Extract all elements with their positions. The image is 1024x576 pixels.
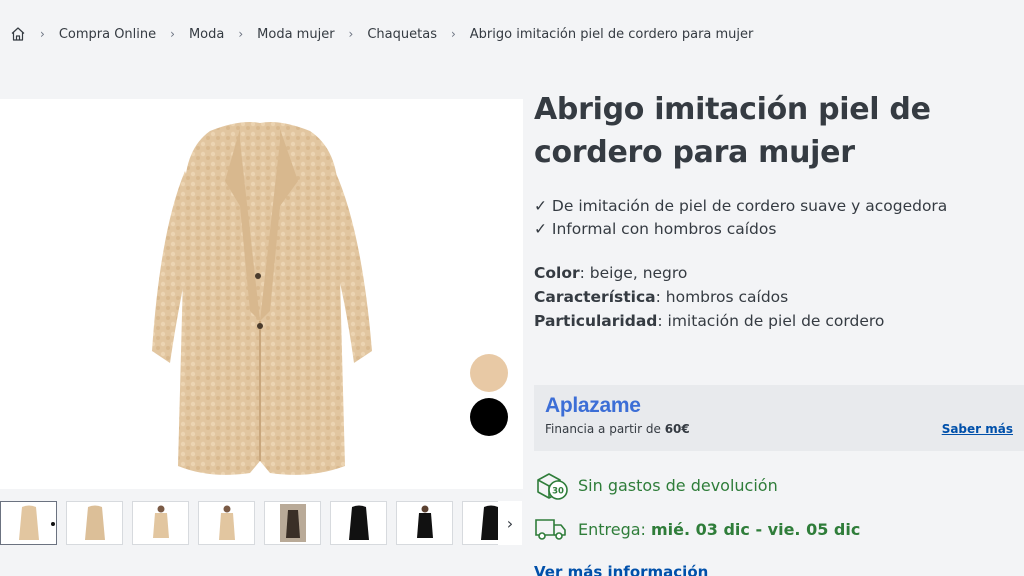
benefit-item: ✓ Informal con hombros caídos [534,220,777,238]
financing-text: Financia a partir de 60€ [545,422,690,436]
more-info-link[interactable]: Ver más información [534,563,708,576]
return-box-icon: 30 [534,468,568,502]
learn-more-link[interactable]: Saber más [942,422,1013,436]
truck-icon [534,512,568,546]
breadcrumb-compra-online[interactable]: Compra Online [59,27,156,42]
color-swatch-beige[interactable] [470,354,508,392]
svg-text:30: 30 [552,487,564,497]
chevron-right-icon: › [40,27,45,41]
chevron-right-icon: › [170,27,175,41]
product-benefits: ✓ De imitación de piel de cordero suave … [534,195,947,241]
breadcrumb-moda[interactable]: Moda [189,27,224,42]
breadcrumb-chaquetas[interactable]: Chaquetas [367,27,437,42]
product-title: Abrigo imitación piel de cordero para mu… [534,92,931,170]
chevron-right-icon: › [450,27,456,41]
returns-text: Sin gastos de devolución [578,475,778,495]
breadcrumb: › Compra Online › Moda › Moda mujer › Ch… [10,24,753,44]
thumbnail-strip: › [0,501,523,547]
breadcrumb-moda-mujer[interactable]: Moda mujer [257,27,334,42]
delivery-label: Entrega: [578,519,646,539]
product-image-coat [152,122,372,475]
aplazame-logo: Aplazame [545,394,641,417]
attribute-feature: Característica: hombros caídos [534,285,884,309]
thumbnail-6[interactable] [330,501,387,545]
home-icon[interactable] [10,26,26,42]
active-dot [51,522,55,526]
delivery-info: Entrega: mié. 03 dic - vie. 05 dic [534,512,860,546]
attribute-label: Particularidad [534,312,658,330]
financing-amount: 60€ [664,422,690,436]
attribute-particularity: Particularidad: imitación de piel de cor… [534,309,884,333]
product-image-panel[interactable] [0,99,523,489]
chevron-right-icon[interactable]: › [498,501,522,545]
delivery-dates: mié. 03 dic - vie. 05 dic [650,519,861,539]
thumbnail-1[interactable] [0,501,57,545]
product-attributes: Color: beige, negro Característica: homb… [534,261,884,333]
thumbnail-4[interactable] [198,501,255,545]
attribute-label: Color [534,264,580,282]
thumbnail-7[interactable] [396,501,453,545]
thumbnail-5[interactable] [264,501,321,545]
chevron-right-icon: › [238,27,244,41]
breadcrumb-current: Abrigo imitación piel de cordero para mu… [469,26,754,42]
thumbnail-2[interactable] [66,501,123,545]
financing-prefix: Financia a partir de [545,422,665,436]
attribute-value: : imitación de piel de cordero [657,312,885,330]
color-swatch-black[interactable] [470,398,508,436]
financing-box: Aplazame Financia a partir de 60€ Saber … [534,385,1024,451]
benefit-item: ✓ De imitación de piel de cordero suave … [534,197,948,215]
thumbnail-3[interactable] [132,501,189,545]
attribute-value: : hombros caídos [655,288,789,306]
attribute-color: Color: beige, negro [534,261,884,285]
attribute-label: Característica [534,288,656,306]
chevron-right-icon: › [348,27,354,41]
attribute-value: : beige, negro [579,264,688,282]
returns-info: 30 Sin gastos de devolución [534,468,778,502]
